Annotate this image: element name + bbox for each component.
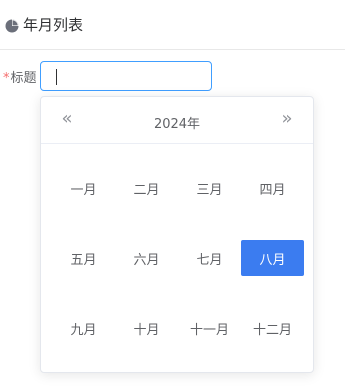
picker-header: « 2024年 » [41, 97, 313, 144]
month-cell[interactable]: 七月 [178, 240, 241, 276]
title-label: *标题 [0, 67, 40, 86]
pie-chart-icon [5, 18, 19, 32]
month-row: 五月 六月 七月 八月 [52, 223, 304, 293]
month-cell[interactable]: 一月 [52, 170, 115, 206]
title-form-row: *标题 [0, 61, 212, 91]
month-cell[interactable]: 六月 [115, 240, 178, 276]
month-cell[interactable]: 十二月 [241, 310, 304, 346]
page-title: 年月列表 [23, 16, 84, 34]
month-row: 九月 十月 十一月 十二月 [52, 293, 304, 363]
text-caret [56, 69, 57, 85]
year-label[interactable]: 2024年 [41, 113, 313, 132]
month-cell[interactable]: 十月 [115, 310, 178, 346]
required-mark: * [3, 70, 10, 86]
next-year-button[interactable]: » [279, 110, 295, 128]
month-cell-selected[interactable]: 八月 [241, 240, 304, 276]
title-input[interactable] [40, 61, 212, 91]
month-cell[interactable]: 二月 [115, 170, 178, 206]
month-cell[interactable]: 五月 [52, 240, 115, 276]
month-row: 一月 二月 三月 四月 [52, 153, 304, 223]
month-cell[interactable]: 十一月 [178, 310, 241, 346]
page-header: 年月列表 [0, 0, 345, 50]
month-cell[interactable]: 九月 [52, 310, 115, 346]
month-grid: 一月 二月 三月 四月 五月 六月 七月 八月 九月 十月 十一月 十二月 [52, 153, 304, 363]
month-picker-popup: « 2024年 » 一月 二月 三月 四月 五月 六月 七月 八月 九月 十月 … [40, 96, 314, 373]
month-cell[interactable]: 四月 [241, 170, 304, 206]
title-label-text: 标题 [10, 70, 37, 86]
month-cell[interactable]: 三月 [178, 170, 241, 206]
